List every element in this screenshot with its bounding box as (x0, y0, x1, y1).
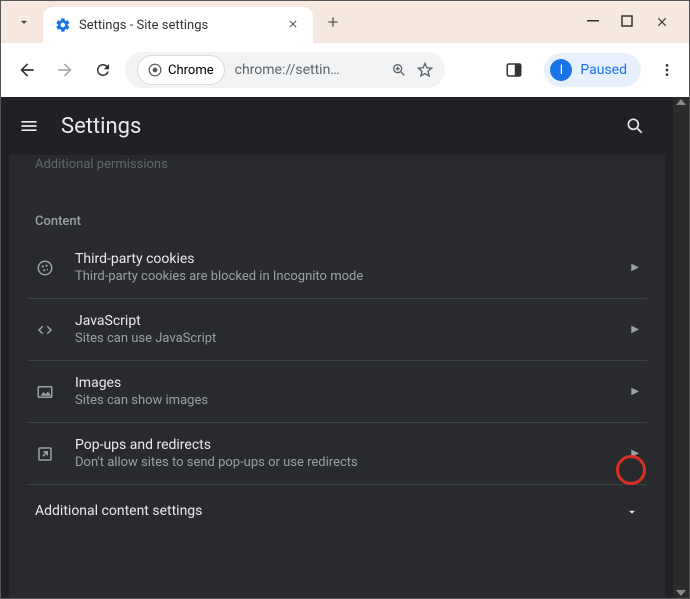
row-sub: Third-party cookies are blocked in Incog… (75, 269, 611, 284)
address-bar[interactable]: Chrome chrome://settin… (125, 52, 445, 88)
row-javascript[interactable]: JavaScript Sites can use JavaScript ▶ (27, 299, 647, 361)
settings-body: Additional permissions Content Third-par… (9, 155, 665, 598)
chevron-right-icon: ▶ (631, 448, 639, 459)
row-third-party-cookies[interactable]: Third-party cookies Third-party cookies … (27, 237, 647, 299)
url-text: chrome://settin… (235, 62, 381, 78)
tab-search-button[interactable] (15, 13, 33, 31)
toolbar: Chrome chrome://settin… I Paused (1, 43, 689, 97)
popup-icon (35, 444, 55, 464)
tab-strip: Settings - Site settings (1, 1, 689, 43)
overflow-menu-button[interactable] (659, 62, 675, 78)
back-button[interactable] (11, 54, 43, 86)
image-icon (35, 382, 55, 402)
forward-button[interactable] (49, 54, 81, 86)
row-sub: Sites can show images (75, 393, 611, 408)
chevron-right-icon: ▶ (631, 324, 639, 335)
cut-off-label: Additional permissions (27, 155, 647, 202)
side-panel-button[interactable] (498, 54, 530, 86)
window-controls (587, 15, 681, 29)
new-tab-button[interactable] (325, 14, 341, 30)
zoom-icon[interactable] (391, 62, 407, 78)
profile-button[interactable]: I Paused (544, 53, 641, 87)
content-frame: Settings Additional permissions Content … (1, 97, 689, 598)
chevron-down-icon (625, 505, 639, 519)
bookmark-icon[interactable] (417, 62, 433, 78)
chrome-icon (148, 63, 162, 77)
reload-button[interactable] (87, 54, 119, 86)
tab-active[interactable]: Settings - Site settings (43, 7, 313, 43)
profile-avatar: I (550, 59, 572, 81)
site-chip[interactable]: Chrome (137, 55, 225, 85)
row-sub: Don't allow sites to send pop-ups or use… (75, 455, 611, 470)
row-sub: Sites can use JavaScript (75, 331, 611, 346)
row-popups-redirects[interactable]: Pop-ups and redirects Don't allow sites … (27, 423, 647, 485)
row-title: Images (75, 375, 611, 391)
minimize-button[interactable] (587, 15, 599, 29)
chevron-right-icon: ▶ (631, 386, 639, 397)
profile-status: Paused (580, 62, 627, 78)
page-title: Settings (61, 114, 141, 139)
settings-header: Settings (1, 97, 673, 155)
gear-icon (55, 17, 71, 33)
code-icon (35, 320, 55, 340)
site-chip-label: Chrome (168, 63, 214, 78)
tab-label: Settings - Site settings (79, 18, 279, 33)
chevron-right-icon: ▶ (631, 262, 639, 273)
menu-icon[interactable] (19, 116, 39, 136)
search-icon[interactable] (625, 116, 645, 136)
section-label: Content (27, 202, 647, 237)
maximize-button[interactable] (621, 15, 633, 29)
scrollbar[interactable] (673, 97, 689, 598)
settings-page: Settings Additional permissions Content … (1, 97, 673, 598)
row-images[interactable]: Images Sites can show images ▶ (27, 361, 647, 423)
row-title: JavaScript (75, 313, 611, 329)
close-window-button[interactable] (655, 15, 669, 29)
row-additional-content[interactable]: Additional content settings (27, 485, 647, 539)
close-icon[interactable] (287, 18, 301, 32)
row-title: Additional content settings (35, 503, 605, 519)
scroll-down-icon[interactable] (676, 590, 686, 596)
scroll-up-icon[interactable] (676, 99, 686, 105)
cookie-icon (35, 258, 55, 278)
row-title: Pop-ups and redirects (75, 437, 611, 453)
row-title: Third-party cookies (75, 251, 611, 267)
